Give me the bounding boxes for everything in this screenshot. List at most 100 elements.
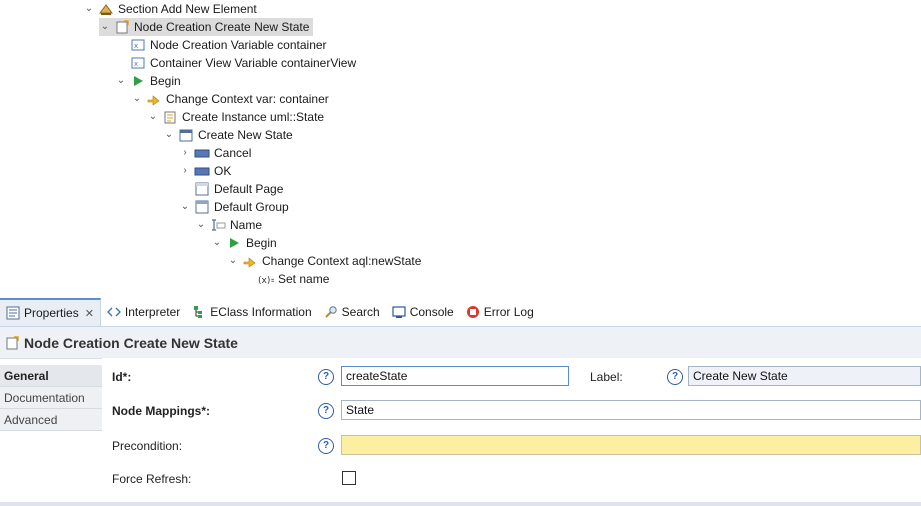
set-icon: (x)= [258,271,274,287]
chevron-right-icon[interactable]: › [179,162,191,180]
tree-item-label: Node Creation Create New State [134,20,310,34]
chevron-right-icon[interactable]: › [179,144,191,162]
chevron-down-icon[interactable]: ⌄ [195,216,207,234]
precondition-label: Precondition: [112,439,183,453]
dialog-icon [178,127,194,143]
tree-item-node-creation[interactable]: ⌄ Node Creation Create New State [99,18,314,36]
chevron-down-icon[interactable]: ⌄ [99,18,111,36]
properties-side-tabs: General Documentation Advanced [0,365,103,506]
tree-item-label: Cancel [214,146,252,160]
tab-console[interactable]: Console [386,298,460,326]
tab-search[interactable]: Search [318,298,386,326]
general-form: Id*: ? Label: ? Node Mappings*: ? Precon… [102,358,921,506]
tree-item-label: Change Context var: container [166,92,329,106]
tree-item-begin[interactable]: ⌄ Begin [115,72,181,90]
tree-item-label: Create New State [198,128,293,142]
tab-properties[interactable]: Properties ✕ [0,298,101,326]
label-input[interactable] [688,366,921,386]
help-icon[interactable]: ? [318,403,334,419]
group-icon [194,199,210,215]
tree-item-label: Create Instance uml::State [182,110,325,124]
force-refresh-label: Force Refresh: [112,472,192,486]
tab-eclass-information[interactable]: EClass Information [186,298,317,326]
chevron-down-icon[interactable]: ⌄ [211,234,223,252]
tree-item-label: Section Add New Element [118,2,257,16]
side-tab-documentation[interactable]: Documentation [0,387,102,409]
close-icon[interactable]: ✕ [85,307,94,320]
page-icon [194,181,210,197]
properties-title-bar: Node Creation Create New State [0,327,921,359]
tree-item-label: Change Context aql:newState [262,254,422,268]
side-tab-general[interactable]: General [0,365,102,387]
chevron-down-icon[interactable]: ⌄ [147,108,159,126]
properties-icon [6,306,20,320]
section-icon [98,1,114,17]
help-icon[interactable]: ? [318,438,334,454]
tree-item-set-name[interactable]: (x)= Set name [243,270,329,288]
tree-item-dialog[interactable]: ⌄ Create New State [163,126,293,144]
chevron-down-icon[interactable]: ⌄ [227,252,239,270]
help-icon[interactable]: ? [318,369,334,385]
tab-interpreter[interactable]: Interpreter [101,298,186,326]
status-strip [0,502,921,506]
chevron-down-icon[interactable]: ⌄ [179,198,191,216]
begin-icon [130,73,146,89]
chevron-down-icon[interactable]: ⌄ [83,0,95,18]
page-title: Node Creation Create New State [24,334,238,351]
view-tab-bar: Properties ✕ Interpreter EClass Informat… [0,298,921,327]
tree-item-variable-container-view[interactable]: x Container View Variable containerView [115,54,356,72]
tree-item-label: Begin [150,74,181,88]
precondition-input[interactable] [341,435,921,455]
node-creation-icon [4,335,20,351]
interpreter-icon [107,305,121,319]
help-icon[interactable]: ? [667,369,683,385]
tree-item-label: Set name [278,272,330,286]
tree-item-ok[interactable]: › OK [179,162,231,180]
search-icon [324,305,338,319]
change-context-icon [146,91,162,107]
id-input[interactable] [341,366,569,386]
button-widget-icon [194,145,210,161]
button-widget-icon [194,163,210,179]
tree-item-cancel[interactable]: › Cancel [179,144,251,162]
svg-text:(x)=: (x)= [258,276,274,286]
node-mappings-input[interactable] [341,400,921,420]
tab-error-log[interactable]: Error Log [460,298,540,326]
tree-item-default-group[interactable]: ⌄ Default Group [179,198,289,216]
tree-item-label: Node Creation Variable container [150,38,327,52]
tree-item-change-context-2[interactable]: ⌄ Change Context aql:newState [227,252,422,270]
tree-item-label: OK [214,164,232,178]
tree-item-label: Container View Variable containerView [150,56,357,70]
force-refresh-checkbox[interactable] [342,471,356,485]
tree-item-name[interactable]: ⌄ Name [195,216,262,234]
chevron-down-icon[interactable]: ⌄ [131,90,143,108]
svg-text:x: x [134,42,138,50]
svg-text:x: x [134,60,138,68]
tree-item-label: Name [230,218,263,232]
tree-item-label: Default Page [214,182,284,196]
tree-item-change-context[interactable]: ⌄ Change Context var: container [131,90,329,108]
variable-icon: x [130,37,146,53]
chevron-down-icon[interactable]: ⌄ [115,72,127,90]
tree-item-section[interactable]: ⌄ Section Add New Element [83,0,257,18]
side-tab-advanced[interactable]: Advanced [0,409,102,431]
node-creation-icon [114,19,130,35]
tree-item-default-page[interactable]: Default Page [179,180,283,198]
outline-tree: ⌄ Section Add New Element ⌄ Node Creatio… [0,0,921,297]
label-label: Label: [590,370,623,384]
tree-item-label: Default Group [214,200,289,214]
change-context-icon [242,253,258,269]
eclass-icon [192,305,206,319]
chevron-down-icon[interactable]: ⌄ [163,126,175,144]
console-icon [392,305,406,319]
text-widget-icon [210,217,226,233]
tree-item-label: Begin [246,236,277,250]
create-instance-icon [162,109,178,125]
error-log-icon [466,305,480,319]
begin-icon [226,235,242,251]
node-mappings-label: Node Mappings*: [112,404,210,418]
tree-item-begin-2[interactable]: ⌄ Begin [211,234,277,252]
id-label: Id*: [112,370,132,384]
tree-item-create-instance[interactable]: ⌄ Create Instance uml::State [147,108,324,126]
tree-item-variable-container[interactable]: x Node Creation Variable container [115,36,327,54]
